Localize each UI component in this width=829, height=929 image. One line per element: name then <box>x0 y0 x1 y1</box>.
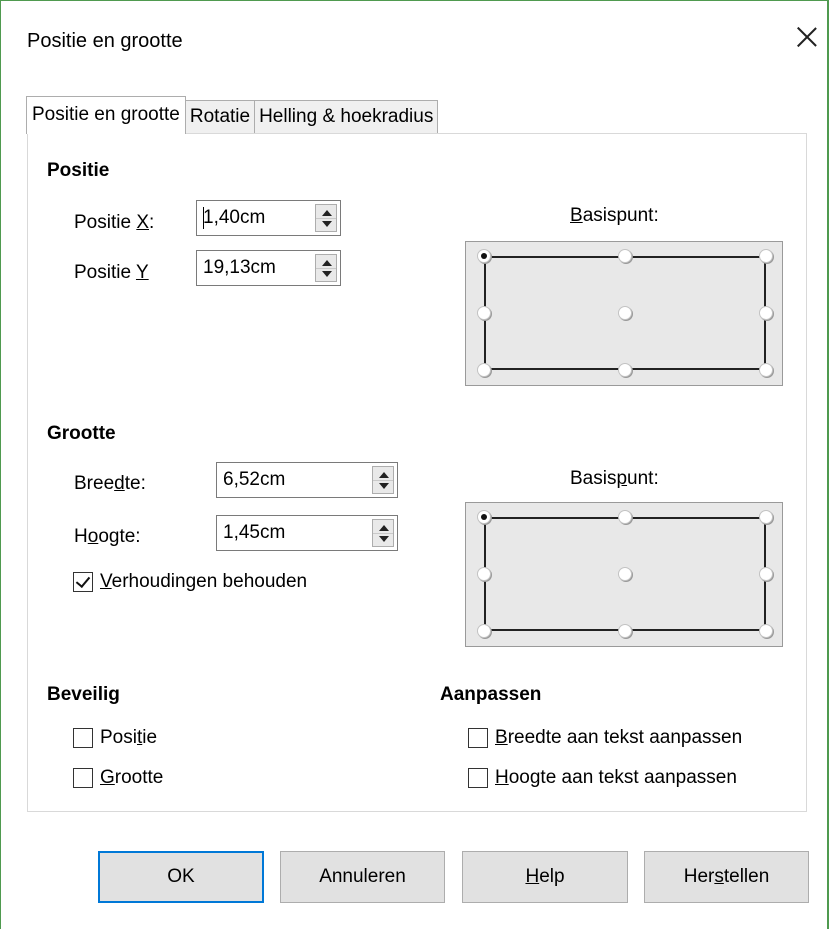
basepoint-top-center[interactable] <box>618 249 632 263</box>
basepoint-bottom-left[interactable] <box>477 624 491 638</box>
protect-size-checkbox[interactable]: Grootte <box>73 767 163 789</box>
position-basepoint-label: Basispunt: <box>570 205 659 226</box>
basepoint-middle-left[interactable] <box>477 567 491 581</box>
position-y-stepper[interactable] <box>315 254 337 282</box>
keep-ratio-checkbox[interactable]: Verhoudingen behouden <box>73 571 307 593</box>
basepoint-bottom-center[interactable] <box>618 363 632 377</box>
size-heading: Grootte <box>47 423 116 444</box>
protect-size-label: Grootte <box>100 767 164 788</box>
protect-position-checkbox[interactable]: Positie <box>73 727 157 749</box>
tab-position-size[interactable]: Positie en grootte <box>26 96 186 134</box>
size-basepoint-selector[interactable] <box>465 502 783 647</box>
fit-height-label: Hoogte aan tekst aanpassen <box>495 767 737 788</box>
tab-panel: Positie Positie X: 1,40cm Positie Y 19,1… <box>27 133 807 812</box>
basepoint-center[interactable] <box>618 306 632 320</box>
basepoint-bottom-right[interactable] <box>759 363 773 377</box>
width-label: Breedte: <box>74 473 146 494</box>
protect-position-label: Positie <box>100 727 158 748</box>
tab-bar: Positie en grootte Rotatie Helling & hoe… <box>26 96 439 134</box>
width-stepper[interactable] <box>372 466 394 494</box>
height-stepper[interactable] <box>372 519 394 547</box>
basepoint-middle-right[interactable] <box>759 567 773 581</box>
basepoint-top-right[interactable] <box>759 510 773 524</box>
checkbox-box[interactable] <box>468 768 488 788</box>
checkmark-icon[interactable] <box>73 572 93 592</box>
position-x-value: 1,40cm <box>203 207 266 228</box>
cancel-button[interactable]: Annuleren <box>280 851 445 903</box>
fit-heading: Aanpassen <box>440 684 542 705</box>
position-x-stepper[interactable] <box>315 204 337 232</box>
basepoint-middle-left[interactable] <box>477 306 491 320</box>
arrow-down-icon <box>379 536 389 542</box>
checkbox-box[interactable] <box>468 728 488 748</box>
dialog-title: Positie en grootte <box>27 30 183 52</box>
basepoint-bottom-right[interactable] <box>759 624 773 638</box>
position-y-value: 19,13cm <box>203 257 276 278</box>
arrow-up-icon <box>322 260 332 266</box>
checkbox-box[interactable] <box>73 768 93 788</box>
height-value: 1,45cm <box>223 522 286 543</box>
arrow-down-icon <box>322 271 332 277</box>
position-y-field[interactable]: 19,13cm <box>196 250 341 286</box>
basepoint-center[interactable] <box>618 567 632 581</box>
basepoint-top-left[interactable] <box>477 249 491 263</box>
basepoint-middle-right[interactable] <box>759 306 773 320</box>
help-button[interactable]: Help <box>462 851 628 903</box>
checkbox-box[interactable] <box>73 728 93 748</box>
width-field[interactable]: 6,52cm <box>216 462 398 498</box>
close-icon[interactable] <box>790 20 824 54</box>
ok-button[interactable]: OK <box>98 851 264 903</box>
basepoint-top-right[interactable] <box>759 249 773 263</box>
height-label: Hoogte: <box>74 526 141 547</box>
tab-slant-corner-radius[interactable]: Helling & hoekradius <box>254 100 439 134</box>
fit-height-checkbox[interactable]: Hoogte aan tekst aanpassen <box>468 767 737 789</box>
position-y-label: Positie Y <box>74 262 149 283</box>
arrow-up-icon <box>379 525 389 531</box>
basepoint-bottom-center[interactable] <box>618 624 632 638</box>
size-basepoint-label: Basispunt: <box>570 468 659 489</box>
protect-heading: Beveilig <box>47 684 120 705</box>
position-heading: Positie <box>47 160 110 181</box>
basepoint-top-center[interactable] <box>618 510 632 524</box>
basepoint-bottom-left[interactable] <box>477 363 491 377</box>
fit-width-checkbox[interactable]: Breedte aan tekst aanpassen <box>468 727 742 749</box>
arrow-down-icon <box>379 483 389 489</box>
arrow-up-icon <box>379 472 389 478</box>
keep-ratio-label: Verhoudingen behouden <box>100 571 308 592</box>
tab-rotation[interactable]: Rotatie <box>184 100 256 134</box>
fit-width-label: Breedte aan tekst aanpassen <box>495 727 743 748</box>
position-x-field[interactable]: 1,40cm <box>196 200 341 236</box>
height-field[interactable]: 1,45cm <box>216 515 398 551</box>
position-basepoint-selector[interactable] <box>465 241 783 386</box>
width-value: 6,52cm <box>223 469 286 490</box>
reset-button[interactable]: Her s tellen <box>644 851 809 903</box>
position-x-label: Positie X: <box>74 212 155 233</box>
basepoint-top-left[interactable] <box>477 510 491 524</box>
arrow-up-icon <box>322 210 332 216</box>
arrow-down-icon <box>322 221 332 227</box>
